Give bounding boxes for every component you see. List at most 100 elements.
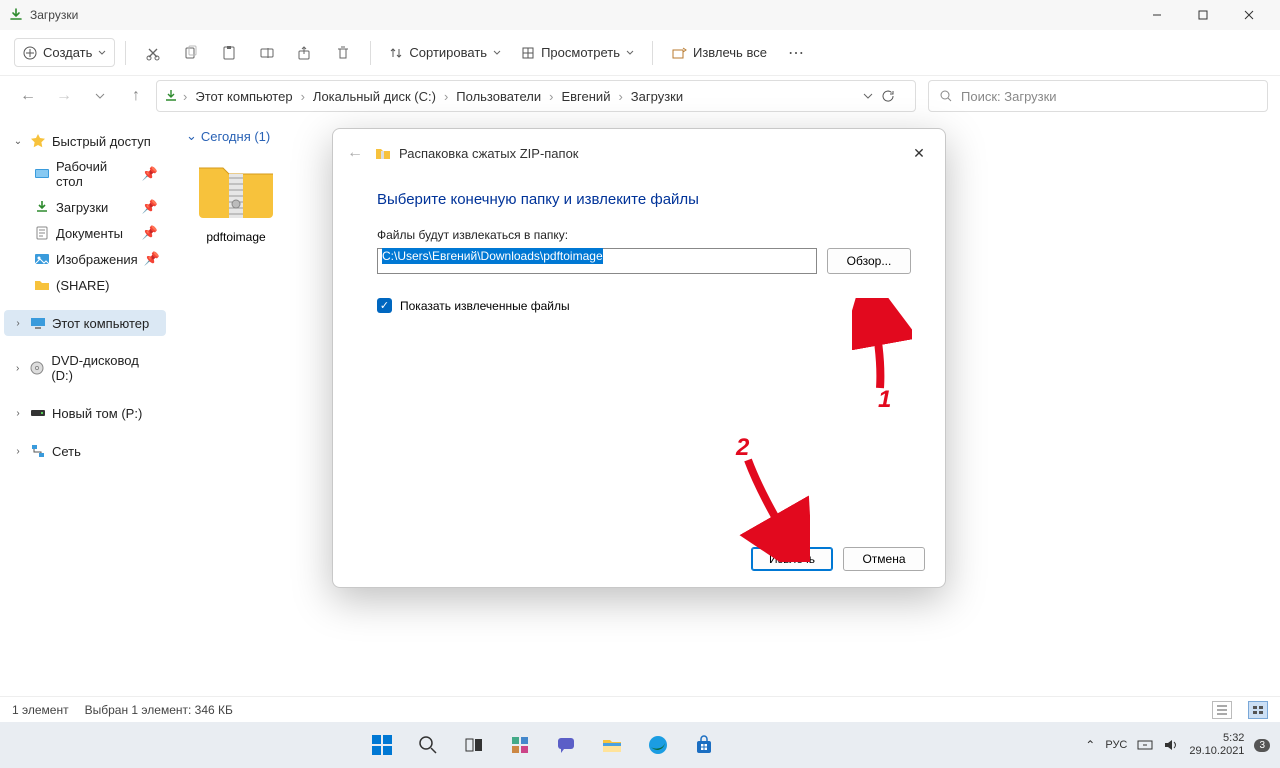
- network-icon[interactable]: [1137, 737, 1153, 753]
- cut-button[interactable]: [136, 36, 170, 70]
- up-button[interactable]: ↑: [120, 80, 152, 112]
- maximize-button[interactable]: [1180, 0, 1226, 30]
- extract-button[interactable]: Извлечь: [751, 547, 833, 571]
- volume-icon[interactable]: [1163, 737, 1179, 753]
- sidebar-quick-access[interactable]: ⌄ Быстрый доступ: [4, 128, 166, 154]
- icons-view-button[interactable]: [1248, 701, 1268, 719]
- time: 5:32: [1189, 732, 1244, 745]
- search-placeholder: Поиск: Загрузки: [961, 89, 1057, 104]
- chevron-right-icon: ›: [616, 89, 624, 104]
- back-button[interactable]: ←: [12, 80, 44, 112]
- chevron-right-icon: ›: [12, 363, 23, 374]
- destination-path-input[interactable]: C:\Users\Евгений\Downloads\pdftoimage: [377, 248, 817, 274]
- close-button[interactable]: [1226, 0, 1272, 30]
- new-label: Создать: [43, 45, 92, 60]
- forward-button[interactable]: →: [48, 80, 80, 112]
- share-button[interactable]: [288, 36, 322, 70]
- more-button[interactable]: ⋯: [779, 36, 813, 70]
- chat-button[interactable]: [545, 724, 587, 766]
- back-icon: ←: [347, 144, 363, 162]
- window-title: Загрузки: [30, 8, 1134, 22]
- checkbox-label: Показать извлеченные файлы: [400, 299, 570, 313]
- zip-folder-icon: [193, 154, 279, 224]
- disc-icon: [29, 360, 45, 376]
- delete-button[interactable]: [326, 36, 360, 70]
- chevron-down-icon: ⌄: [186, 128, 197, 144]
- sidebar-documents[interactable]: Документы 📌: [4, 220, 166, 246]
- search-button[interactable]: [407, 724, 449, 766]
- pin-icon: 📌: [142, 166, 158, 182]
- refresh-button[interactable]: [881, 89, 909, 103]
- dialog-header: ← Распаковка сжатых ZIP-папок ✕: [333, 129, 945, 173]
- sidebar-downloads[interactable]: Загрузки 📌: [4, 194, 166, 220]
- minimize-button[interactable]: [1134, 0, 1180, 30]
- start-button[interactable]: [361, 724, 403, 766]
- sidebar-share[interactable]: (SHARE): [4, 272, 166, 298]
- document-icon: [34, 225, 50, 241]
- dialog-heading: Выберите конечную папку и извлеките файл…: [377, 191, 911, 208]
- checkbox-checked-icon: ✓: [377, 298, 392, 313]
- path-label: Файлы будут извлекаться в папку:: [377, 228, 911, 242]
- notification-badge[interactable]: 3: [1254, 739, 1270, 752]
- clock[interactable]: 5:32 29.10.2021: [1189, 732, 1244, 758]
- pin-icon: 📌: [144, 251, 160, 267]
- chevron-right-icon: ›: [299, 89, 307, 104]
- file-item-pdftoimage[interactable]: pdftoimage: [186, 154, 286, 244]
- sidebar-dvd[interactable]: › DVD-дисковод (D:): [4, 348, 166, 388]
- group-label: Сегодня (1): [201, 129, 270, 144]
- downloads-icon: [8, 7, 24, 23]
- item-count: 1 элемент: [12, 703, 69, 717]
- system-tray: ⌃ РУС 5:32 29.10.2021 3: [1085, 732, 1280, 758]
- breadcrumb-item[interactable]: Пользователи: [452, 87, 545, 106]
- dialog-close-button[interactable]: ✕: [907, 141, 931, 165]
- view-button[interactable]: Просмотреть: [513, 39, 642, 66]
- extract-all-button[interactable]: Извлечь все: [663, 39, 775, 67]
- chevron-right-icon: ›: [12, 318, 24, 329]
- chevron-down-icon[interactable]: [857, 91, 879, 101]
- edge-button[interactable]: [637, 724, 679, 766]
- separator: [370, 41, 371, 65]
- sidebar-label: Этот компьютер: [52, 316, 149, 331]
- breadcrumb-item[interactable]: Загрузки: [627, 87, 687, 106]
- rename-button[interactable]: [250, 36, 284, 70]
- widgets-button[interactable]: [499, 724, 541, 766]
- sidebar-pictures[interactable]: Изображения 📌: [4, 246, 166, 272]
- dialog-body: Выберите конечную папку и извлеките файл…: [333, 173, 945, 535]
- sidebar-this-pc[interactable]: › Этот компьютер: [4, 310, 166, 336]
- chevron-right-icon: ›: [12, 408, 24, 419]
- separator: [125, 41, 126, 65]
- breadcrumb-item[interactable]: Локальный диск (C:): [309, 87, 440, 106]
- browse-button[interactable]: Обзор...: [827, 248, 911, 274]
- sort-label: Сортировать: [409, 45, 487, 60]
- search-input[interactable]: Поиск: Загрузки: [928, 80, 1268, 112]
- picture-icon: [34, 251, 50, 267]
- sidebar: ⌄ Быстрый доступ Рабочий стол 📌 Загрузки…: [0, 116, 170, 696]
- breadcrumb-item[interactable]: Евгений: [557, 87, 614, 106]
- explorer-button[interactable]: [591, 724, 633, 766]
- downloads-icon: [163, 88, 179, 104]
- details-view-button[interactable]: [1212, 701, 1232, 719]
- breadcrumb[interactable]: › Этот компьютер › Локальный диск (C:) ›…: [156, 80, 916, 112]
- sidebar-volume[interactable]: › Новый том (P:): [4, 400, 166, 426]
- tray-chevron-icon[interactable]: ⌃: [1085, 738, 1095, 752]
- paste-button[interactable]: [212, 36, 246, 70]
- cancel-button[interactable]: Отмена: [843, 547, 925, 571]
- taskbar-center: [361, 724, 725, 766]
- sidebar-label: Сеть: [52, 444, 81, 459]
- sort-button[interactable]: Сортировать: [381, 39, 509, 66]
- recent-button[interactable]: [84, 80, 116, 112]
- chevron-right-icon: ›: [181, 89, 189, 104]
- language-indicator[interactable]: РУС: [1105, 739, 1127, 751]
- store-button[interactable]: [683, 724, 725, 766]
- downloads-icon: [34, 199, 50, 215]
- new-button[interactable]: Создать: [14, 38, 115, 67]
- breadcrumb-item[interactable]: Этот компьютер: [191, 87, 296, 106]
- sidebar-network[interactable]: › Сеть: [4, 438, 166, 464]
- show-extracted-checkbox[interactable]: ✓ Показать извлеченные файлы: [377, 298, 911, 313]
- task-view-button[interactable]: [453, 724, 495, 766]
- pin-icon: 📌: [142, 225, 158, 241]
- copy-button[interactable]: [174, 36, 208, 70]
- drive-icon: [30, 405, 46, 421]
- computer-icon: [30, 315, 46, 331]
- sidebar-desktop[interactable]: Рабочий стол 📌: [4, 154, 166, 194]
